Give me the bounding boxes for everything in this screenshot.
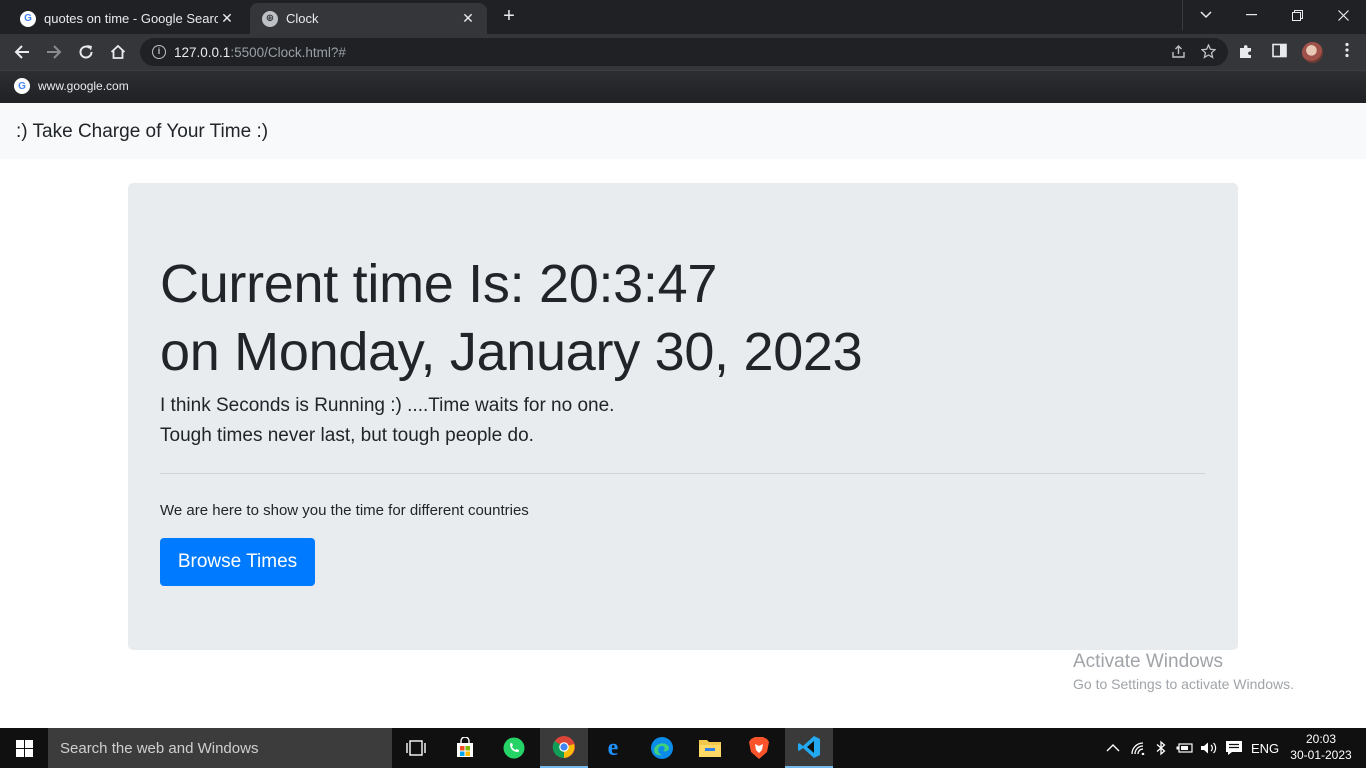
brave-icon[interactable] — [735, 728, 783, 768]
whatsapp-icon[interactable] — [490, 728, 538, 768]
forward-arrow-icon[interactable] — [42, 40, 66, 64]
current-date-heading: on Monday, January 30, 2023 — [160, 322, 863, 382]
lead-quote-2: Tough times never last, but tough people… — [160, 425, 534, 446]
divider — [160, 473, 1205, 474]
windows-start-icon[interactable] — [0, 728, 48, 768]
chrome-icon[interactable] — [540, 728, 588, 768]
tab-title: Clock — [286, 11, 319, 26]
bookmark-label: www.google.com — [38, 79, 129, 93]
windows-taskbar: Search the web and Windows e ENG 20:03 3… — [0, 728, 1366, 768]
svg-text:e: e — [608, 736, 619, 760]
edge-icon[interactable] — [638, 728, 686, 768]
show-hidden-icons-chevron[interactable] — [1106, 728, 1120, 768]
activate-windows-watermark: Activate Windows Go to Settings to activ… — [1073, 651, 1294, 692]
language-indicator[interactable]: ENG — [1251, 728, 1279, 768]
watermark-subtitle: Go to Settings to activate Windows. — [1073, 676, 1294, 692]
description-text: We are here to show you the time for dif… — [160, 502, 529, 519]
clock-time: 20:03 — [1305, 732, 1337, 746]
task-view-icon[interactable] — [392, 728, 440, 768]
page-navbar: :) Take Charge of Your Time :) — [0, 103, 1366, 159]
extensions-puzzle-icon[interactable] — [1238, 43, 1254, 63]
url-path: :5500/Clock.html?# — [230, 44, 346, 60]
bookmarks-bar: G www.google.com — [0, 70, 1366, 103]
taskbar-clock[interactable]: 20:03 30-01-2023 — [1284, 731, 1358, 763]
reload-icon[interactable] — [74, 40, 98, 64]
home-icon[interactable] — [106, 40, 130, 64]
screen: G quotes on time - Google Search ✕ ⊕ Clo… — [0, 0, 1366, 768]
google-icon: G — [14, 78, 30, 94]
action-center-icon[interactable] — [1225, 728, 1243, 768]
tab-clock[interactable]: ⊕ Clock ✕ — [250, 3, 487, 34]
navbar-brand[interactable]: :) Take Charge of Your Time :) — [16, 121, 268, 143]
current-time-heading: Current time Is: 20:3:47 — [160, 254, 718, 314]
store-icon[interactable] — [441, 728, 489, 768]
browse-times-button[interactable]: Browse Times — [160, 538, 315, 586]
globe-icon: ⊕ — [262, 10, 278, 27]
file-explorer-icon[interactable] — [686, 728, 734, 768]
back-arrow-icon[interactable] — [10, 40, 34, 64]
side-panel-icon[interactable] — [1272, 43, 1287, 62]
tab-search-chevron-icon[interactable] — [1182, 0, 1228, 30]
restore-button[interactable] — [1274, 0, 1320, 30]
new-tab-button[interactable]: + — [498, 6, 520, 28]
browser-toolbar: i 127.0.0.1 :5500/Clock.html?# — [0, 34, 1366, 70]
volume-icon[interactable] — [1200, 728, 1218, 768]
url-host: 127.0.0.1 — [174, 44, 231, 60]
taskbar-search-box[interactable]: Search the web and Windows — [48, 728, 392, 768]
bookmark-star-icon[interactable] — [1200, 43, 1217, 62]
tab-google-search[interactable]: G quotes on time - Google Search ✕ — [8, 3, 246, 34]
close-tab-icon[interactable]: ✕ — [218, 10, 236, 27]
site-info-icon[interactable]: i — [152, 45, 166, 59]
clock-date: 30-01-2023 — [1290, 748, 1352, 762]
internet-explorer-icon[interactable]: e — [589, 728, 637, 768]
bluetooth-icon[interactable] — [1155, 728, 1167, 768]
close-tab-icon[interactable]: ✕ — [459, 10, 477, 27]
tab-title: quotes on time - Google Search — [44, 11, 218, 26]
address-bar[interactable]: i 127.0.0.1 :5500/Clock.html?# — [140, 38, 1228, 66]
battery-icon[interactable] — [1176, 728, 1194, 768]
wifi-icon[interactable] — [1130, 728, 1148, 768]
close-window-button[interactable] — [1320, 0, 1366, 30]
minimize-button[interactable] — [1228, 0, 1274, 30]
google-icon: G — [20, 10, 36, 27]
browser-tab-strip: G quotes on time - Google Search ✕ ⊕ Clo… — [0, 0, 1366, 34]
share-icon[interactable] — [1171, 44, 1186, 62]
vscode-icon[interactable] — [785, 728, 833, 768]
kebab-menu-icon[interactable] — [1340, 42, 1354, 63]
watermark-title: Activate Windows — [1073, 651, 1223, 672]
bookmark-google[interactable]: G www.google.com — [14, 78, 129, 94]
jumbotron: Current time Is: 20:3:47 on Monday, Janu… — [128, 183, 1238, 650]
profile-avatar[interactable] — [1302, 42, 1323, 63]
lead-quote-1: I think Seconds is Running :) ....Time w… — [160, 395, 615, 416]
